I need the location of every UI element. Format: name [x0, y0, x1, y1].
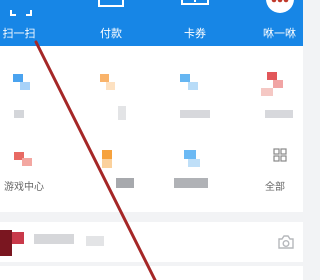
app-grid: 游戏中心 全部	[0, 46, 303, 212]
xiu-icon	[266, 0, 294, 13]
card-coupon-button[interactable]: 卡券	[170, 0, 220, 46]
grid-item-game-center[interactable]: 游戏中心	[0, 142, 60, 198]
bottom-row	[0, 266, 303, 280]
grid-item-7-icon	[184, 150, 196, 159]
grid-item-1-icon	[13, 74, 23, 82]
feed-avatar	[0, 230, 12, 256]
xiu-label: 咻一咻	[263, 27, 296, 40]
grid-item-4[interactable]	[243, 64, 303, 124]
game-center-label: 游戏中心	[4, 182, 44, 193]
grid-item-3-icon	[180, 74, 190, 82]
grid-item-4-icon	[267, 72, 277, 80]
card-coupon-label: 卡券	[184, 27, 206, 40]
grid-item-6-icon	[102, 150, 112, 159]
grid-item-7[interactable]	[164, 142, 224, 198]
all-apps-icon	[273, 148, 287, 162]
scan-label: 扫一扫	[2, 27, 36, 40]
grid-item-all[interactable]: 全部	[243, 142, 303, 198]
grid-item-2-icon	[100, 74, 109, 82]
payment-icon	[98, 0, 124, 7]
feed-row[interactable]	[0, 222, 303, 262]
camera-icon[interactable]	[277, 234, 295, 250]
scan-icon	[10, 0, 32, 16]
xiu-button[interactable]: 咻一咻	[256, 0, 303, 46]
all-label: 全部	[265, 182, 285, 193]
grid-item-2[interactable]	[82, 64, 142, 124]
scan-button[interactable]: 扫一扫	[0, 0, 38, 46]
payment-label: 付款	[100, 27, 122, 40]
card-coupon-icon	[181, 0, 209, 5]
grid-item-3[interactable]	[164, 64, 224, 124]
top-action-bar: 扫一扫 付款 卡券 咻一咻	[0, 0, 303, 46]
grid-item-1[interactable]	[0, 64, 60, 124]
payment-button[interactable]: 付款	[86, 0, 136, 46]
grid-item-6[interactable]	[82, 142, 142, 198]
